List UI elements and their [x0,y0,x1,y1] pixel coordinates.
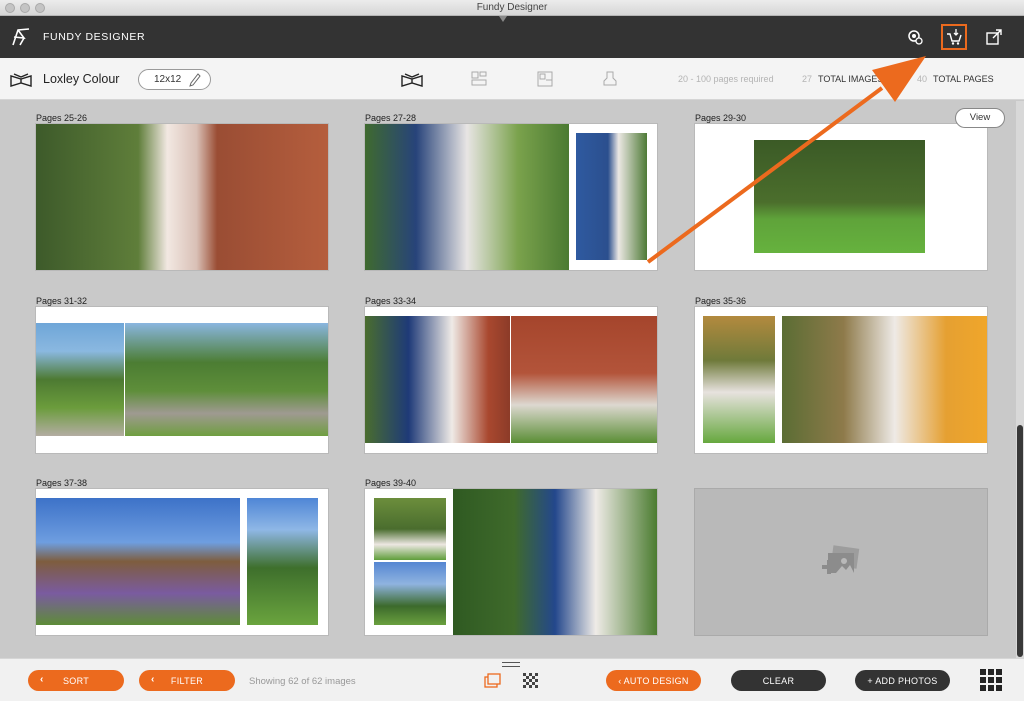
filter-button[interactable]: ‹ FILTER [139,670,235,691]
spread-pages-25-26[interactable] [36,124,328,270]
wedding-photo[interactable] [365,124,569,270]
album-spread-view-icon[interactable] [400,68,424,90]
sort-button[interactable]: ‹ SORT [28,670,124,691]
add-photos-button[interactable]: + ADD PHOTOS [855,670,950,691]
total-pages-count: 40 [917,74,928,84]
album-book-icon [9,70,33,93]
view-button[interactable]: View [955,108,1005,128]
stamp-view-icon[interactable] [598,68,622,90]
spread-label: Pages 35-36 [695,296,747,306]
spread-label: Pages 29-30 [695,113,747,123]
total-images-count: 27 [802,74,813,84]
wedding-photo[interactable] [247,498,318,625]
wedding-photo[interactable] [703,316,775,443]
chevron-left-icon: ‹ [151,674,155,685]
spread-label: Pages 31-32 [36,296,88,306]
wedding-photo[interactable] [36,498,240,625]
cart-download-icon[interactable] [941,24,967,50]
app-name: FUNDY DESIGNER [43,31,146,43]
window-title-bar: Fundy Designer [0,0,1024,16]
pencil-edit-icon [189,73,201,90]
wedding-photo[interactable] [36,323,124,436]
spread-pages-39-40[interactable] [365,489,657,635]
add-spread-placeholder[interactable] [695,489,987,635]
spread-pages-35-36[interactable] [695,307,987,453]
app-header: FUNDY DESIGNER [0,16,1024,58]
wedding-photo[interactable] [754,140,925,253]
grid-view-icon[interactable] [980,669,1002,696]
album-toolbar: Loxley Colour 12x12 20 - 100 pages requi… [0,58,1024,100]
wedding-photo[interactable] [576,133,647,260]
spread-pages-29-30[interactable] [695,124,987,270]
spread-pages-31-32[interactable] [36,307,328,453]
spread-label: Pages 39-40 [365,478,417,488]
album-size-value: 12x12 [154,74,182,85]
chevron-left-icon: ‹ [40,674,44,685]
spread-label: Pages 37-38 [36,478,88,488]
settings-gear-icon[interactable] [902,24,928,50]
add-photos-icon [822,545,862,586]
spread-pages-27-28[interactable] [365,124,657,270]
album-size-selector[interactable]: 12x12 [138,69,211,90]
spread-label: Pages 25-26 [36,113,88,123]
window-title: Fundy Designer [476,2,548,13]
wedding-photo[interactable] [453,489,657,635]
wedding-photo[interactable] [365,316,510,443]
wedding-photo[interactable] [511,316,657,443]
spread-pages-33-34[interactable] [365,307,657,453]
external-share-icon[interactable] [981,24,1007,50]
fundy-logo-icon [10,26,32,53]
pages-required-text: 20 - 100 pages required [678,74,774,84]
auto-design-button[interactable]: ‹ AUTO DESIGN [606,670,701,691]
wedding-photo[interactable] [374,498,446,560]
wedding-photo[interactable] [782,316,987,443]
chevron-left-icon: ‹ [618,675,622,686]
layout-view-icon[interactable] [467,68,491,90]
resize-grip-icon[interactable] [502,662,520,667]
total-images-label: TOTAL IMAGES [818,74,884,84]
canvas-scrollbar-thumb[interactable] [1017,425,1023,657]
spread-pages-37-38[interactable] [36,489,328,635]
wedding-photo[interactable] [36,124,328,270]
wedding-photo[interactable] [374,562,446,625]
collapse-notch-icon[interactable] [499,16,507,22]
wedding-photo[interactable] [125,323,328,436]
total-pages-label: TOTAL PAGES [933,74,994,84]
stacked-images-icon[interactable] [484,672,502,695]
album-name[interactable]: Loxley Colour [43,72,119,86]
checker-grid-icon[interactable] [522,672,540,695]
spread-label: Pages 27-28 [365,113,417,123]
clear-button[interactable]: CLEAR [731,670,826,691]
bottom-bar: ‹ SORT ‹ FILTER Showing 62 of 62 images … [0,658,1024,701]
spread-label: Pages 33-34 [365,296,417,306]
template-view-icon[interactable] [533,68,557,90]
image-count-text: Showing 62 of 62 images [249,676,356,687]
